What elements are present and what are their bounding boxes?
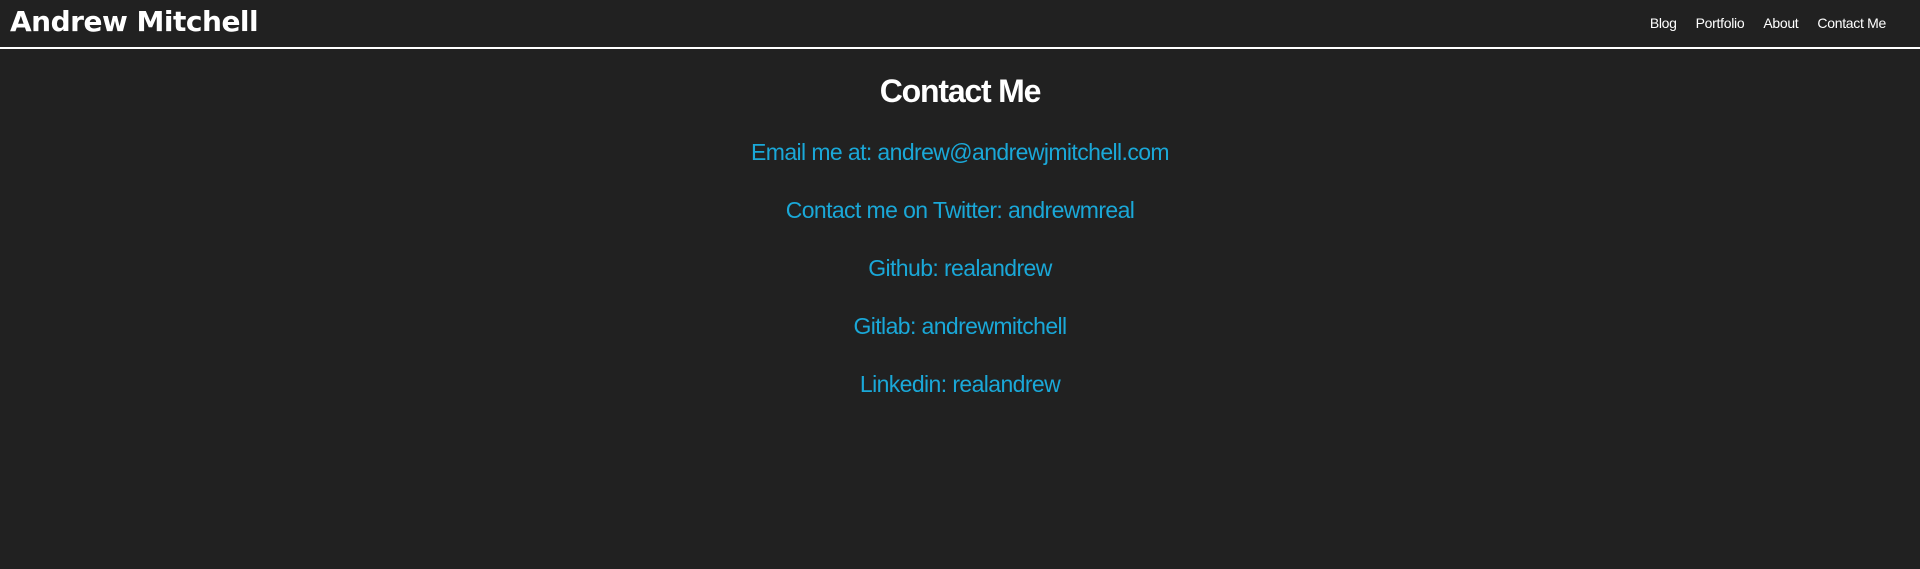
contact-item-github: Github: realandrew (0, 239, 1920, 297)
nav-link-portfolio[interactable]: Portfolio (1696, 15, 1745, 31)
nav-link-blog[interactable]: Blog (1650, 15, 1677, 31)
contact-item-linkedin: Linkedin: realandrew (0, 355, 1920, 413)
twitter-link[interactable]: Contact me on Twitter: andrewmreal (786, 197, 1135, 223)
main-nav: Blog Portfolio About Contact Me (1650, 15, 1886, 31)
contact-item-gitlab: Gitlab: andrewmitchell (0, 297, 1920, 355)
site-brand-link[interactable]: Andrew Mitchell (10, 5, 259, 38)
nav-link-about[interactable]: About (1763, 15, 1798, 31)
nav-link-contact[interactable]: Contact Me (1817, 15, 1886, 31)
github-link[interactable]: Github: realandrew (868, 255, 1052, 281)
email-link[interactable]: Email me at: andrew@andrewjmitchell.com (751, 139, 1170, 165)
gitlab-link[interactable]: Gitlab: andrewmitchell (853, 313, 1067, 339)
page-title: Contact Me (879, 73, 1042, 109)
linkedin-link[interactable]: Linkedin: realandrew (860, 371, 1061, 397)
top-navbar: Andrew Mitchell Blog Portfolio About Con… (0, 0, 1920, 49)
contact-list: Email me at: andrew@andrewjmitchell.com … (0, 123, 1920, 413)
contact-item-email: Email me at: andrew@andrewjmitchell.com (0, 123, 1920, 181)
contact-item-twitter: Contact me on Twitter: andrewmreal (0, 181, 1920, 239)
contact-content: Contact Me Email me at: andrew@andrewjmi… (0, 49, 1920, 413)
